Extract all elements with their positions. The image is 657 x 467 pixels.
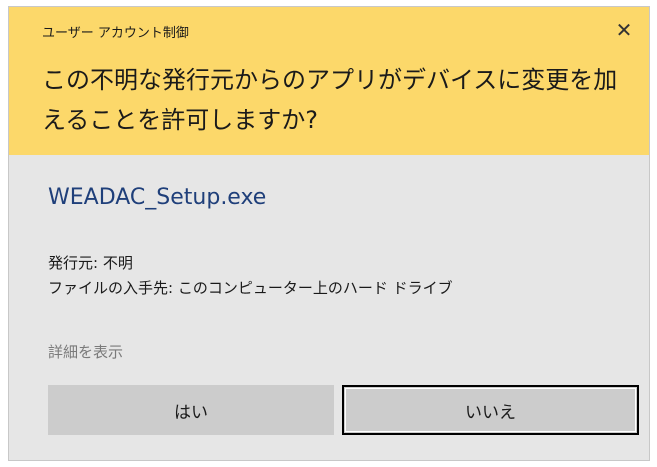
publisher-text: 発行元: 不明 — [48, 254, 133, 272]
dialog-header: ユーザー アカウント制御 ✕ この不明な発行元からのアプリがデバイスに変更を加え… — [9, 7, 649, 155]
permission-question: この不明な発行元からのアプリがデバイスに変更を加えることを許可しますか? — [42, 66, 618, 134]
show-details-link[interactable]: 詳細を表示 — [48, 341, 123, 362]
yes-button[interactable]: はい — [48, 385, 334, 435]
uac-dialog: ユーザー アカウント制御 ✕ この不明な発行元からのアプリがデバイスに変更を加え… — [8, 6, 650, 461]
yes-button-label: はい — [174, 402, 208, 423]
close-icon[interactable]: ✕ — [613, 18, 635, 42]
window-title: ユーザー アカウント制御 — [42, 26, 189, 41]
program-name: WEADAC_Setup.exe — [48, 185, 267, 210]
program-info: 発行元: 不明 ファイルの入手先: このコンピューター上のハード ドライブ — [48, 251, 453, 301]
dialog-body: WEADAC_Setup.exe 発行元: 不明 ファイルの入手先: このコンピ… — [9, 155, 649, 460]
no-button-label: いいえ — [465, 402, 516, 423]
file-origin-text: ファイルの入手先: このコンピューター上のハード ドライブ — [48, 279, 453, 297]
no-button[interactable]: いいえ — [342, 385, 639, 435]
